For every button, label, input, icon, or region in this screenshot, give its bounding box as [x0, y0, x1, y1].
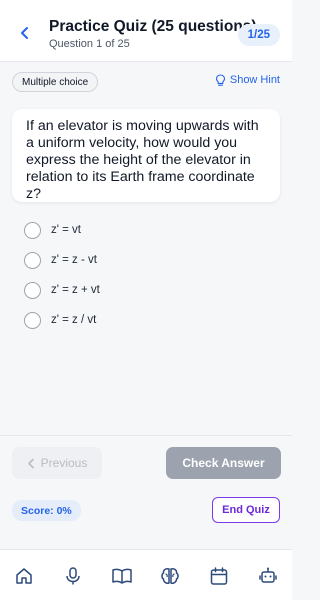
- lightbulb-icon: [215, 73, 225, 86]
- tab-home[interactable]: [12, 564, 36, 588]
- chevron-left-icon: [21, 27, 28, 39]
- previous-button[interactable]: Previous: [12, 447, 102, 479]
- answer-option-label: z' = vt: [51, 224, 81, 236]
- answer-option[interactable]: z' = z + vt: [24, 279, 100, 301]
- tab-study[interactable]: [158, 564, 182, 588]
- quiz-header: Practice Quiz (25 questions) Question 1 …: [0, 0, 292, 62]
- page-title: Practice Quiz (25 questions): [49, 18, 257, 35]
- robot-icon: [259, 567, 277, 583]
- radio-button[interactable]: [24, 281, 41, 299]
- end-quiz-button[interactable]: End Quiz: [212, 497, 280, 523]
- question-card: If an elevator is moving upwards with a …: [12, 109, 280, 202]
- brain-icon: [161, 568, 179, 584]
- back-button[interactable]: [14, 22, 36, 44]
- answer-option[interactable]: z' = vt: [24, 219, 81, 241]
- radio-button[interactable]: [24, 311, 41, 329]
- question-text: If an elevator is moving upwards with a …: [26, 118, 259, 202]
- tab-voice[interactable]: [61, 564, 85, 588]
- calendar-icon: [210, 567, 228, 585]
- score-badge: Score: 0%: [12, 500, 81, 521]
- answer-option-label: z' = z / vt: [51, 314, 97, 326]
- divider: [0, 435, 292, 436]
- check-answer-button[interactable]: Check Answer: [166, 447, 281, 479]
- answer-option[interactable]: z' = z / vt: [24, 309, 96, 331]
- previous-label: Previous: [40, 456, 88, 470]
- answer-option[interactable]: z' = z - vt: [24, 249, 97, 271]
- tab-calendar[interactable]: [207, 564, 231, 588]
- tab-library[interactable]: [110, 564, 134, 588]
- answer-option-label: z' = z + vt: [51, 284, 100, 296]
- answer-option-label: z' = z - vt: [51, 254, 97, 266]
- bottom-tab-bar: [0, 549, 292, 600]
- show-hint-label: Show Hint: [229, 74, 280, 86]
- home-icon: [16, 568, 32, 584]
- microphone-icon: [66, 567, 80, 585]
- progress-badge: 1/25: [237, 24, 280, 46]
- chevron-left-icon: [27, 458, 34, 468]
- question-counter: Question 1 of 25: [49, 38, 130, 50]
- radio-button[interactable]: [24, 221, 41, 239]
- show-hint-button[interactable]: Show Hint: [215, 72, 280, 88]
- radio-button[interactable]: [24, 251, 41, 269]
- question-type-badge: Multiple choice: [12, 72, 99, 92]
- tab-assistant[interactable]: [256, 564, 280, 588]
- book-icon: [112, 568, 132, 584]
